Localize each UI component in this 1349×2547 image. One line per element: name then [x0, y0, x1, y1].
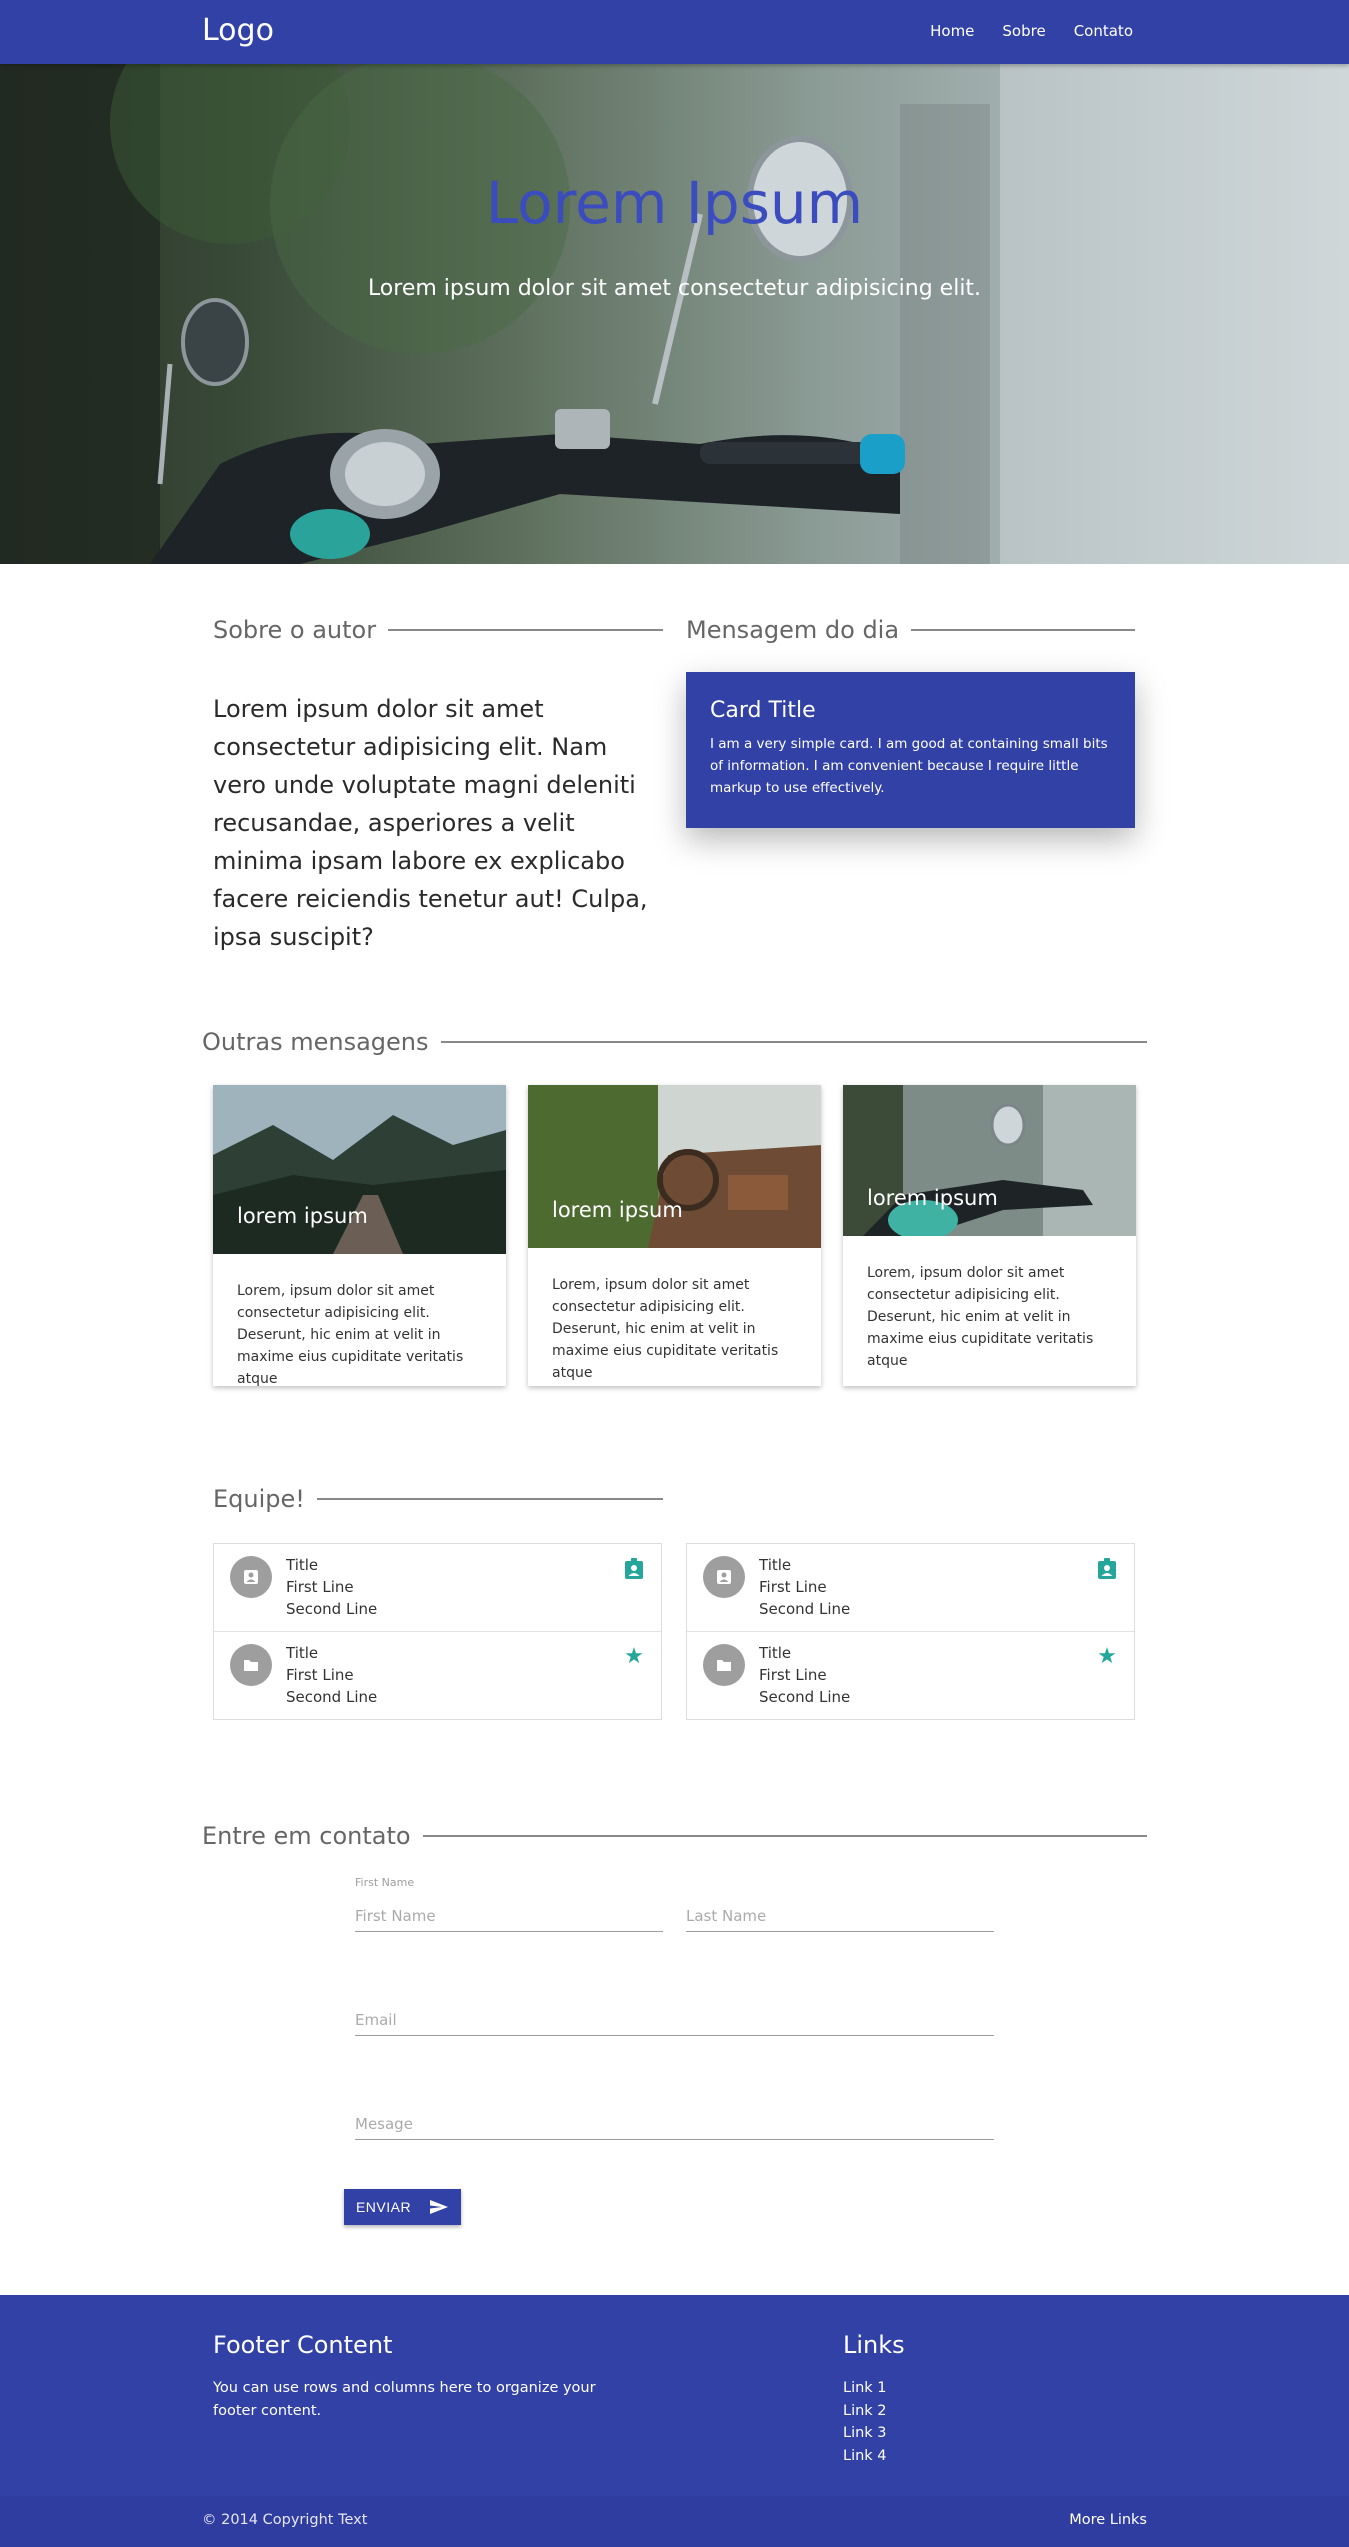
message-card[interactable]: lorem ipsum Lorem, ipsum dolor sit amet … [213, 1085, 506, 1387]
message-input[interactable] [355, 2102, 994, 2138]
contact-badge-icon[interactable] [1096, 1558, 1118, 1580]
footer-link-4[interactable]: Link 4 [843, 2445, 887, 2468]
hero-background-image [0, 64, 1349, 564]
section-heading-other-messages: Outras mensagens [202, 1028, 1147, 1056]
team-list: Title First Line Second Line Title First… [686, 1543, 1135, 1720]
team-item-first-line: First Line [759, 1666, 827, 1684]
send-button[interactable]: ENVIAR [344, 2189, 461, 2225]
card-caption: lorem ipsum [237, 1204, 368, 1228]
card-caption: lorem ipsum [867, 1186, 998, 1210]
team-heading: Equipe! [213, 1485, 305, 1513]
team-item-text: Title First Line Second Line [759, 1642, 850, 1708]
nav-link-contato[interactable]: Contato [1074, 22, 1133, 40]
heading-divider [911, 629, 1135, 631]
navbar: Logo Home Sobre Contato [0, 0, 1349, 64]
email-input[interactable] [355, 1998, 994, 2034]
logo[interactable]: Logo [202, 13, 274, 48]
email-field [355, 1998, 994, 2036]
team-list-item[interactable]: Title First Line Second Line [214, 1544, 661, 1632]
team-item-text: Title First Line Second Line [759, 1554, 850, 1620]
hero-subtitle: Lorem ipsum dolor sit amet consectetur a… [367, 276, 982, 301]
account-box-icon [230, 1556, 272, 1598]
mountain-image [213, 1085, 506, 1254]
folder-icon [230, 1644, 272, 1686]
send-icon [430, 2200, 449, 2214]
team-item-text: Title First Line Second Line [286, 1642, 377, 1708]
team-item-title: Title [759, 1556, 792, 1574]
team-list-item[interactable]: Title First Line Second Line ★ [687, 1632, 1134, 1720]
last-name-input[interactable] [686, 1894, 994, 1930]
nav-links: Home Sobre Contato [930, 22, 1133, 40]
message-card[interactable]: lorem ipsum Lorem, ipsum dolor sit amet … [843, 1085, 1136, 1386]
other-messages-heading: Outras mensagens [202, 1028, 429, 1056]
last-name-field [686, 1894, 994, 1932]
message-card[interactable]: lorem ipsum Lorem, ipsum dolor sit amet … [528, 1085, 821, 1386]
contact-heading: Entre em contato [202, 1822, 411, 1850]
message-day-heading: Mensagem do dia [686, 616, 900, 644]
team-item-title: Title [759, 1644, 792, 1662]
card-caption: lorem ipsum [552, 1198, 683, 1222]
car-interior-image [528, 1085, 821, 1248]
first-name-label: First Name [355, 1876, 415, 1889]
footer-links-title: Links [843, 2331, 905, 2359]
team-item-title: Title [286, 1556, 319, 1574]
first-name-input[interactable] [355, 1894, 663, 1930]
heading-divider [422, 1835, 1147, 1837]
team-item-first-line: First Line [759, 1578, 827, 1596]
footer-link-1[interactable]: Link 1 [843, 2377, 887, 2400]
footer-link-3[interactable]: Link 3 [843, 2422, 887, 2445]
card-text: Lorem, ipsum dolor sit amet consectetur … [552, 1277, 779, 1381]
card-image: lorem ipsum [528, 1085, 821, 1248]
copyright-text: © 2014 Copyright Text [202, 2512, 368, 2528]
message-day-card: Card Title I am a very simple card. I am… [686, 672, 1135, 828]
heading-divider [388, 629, 663, 631]
section-heading-message-day: Mensagem do dia [686, 616, 1135, 644]
hero-banner: Lorem Ipsum Lorem ipsum dolor sit amet c… [0, 64, 1349, 564]
team-item-first-line: First Line [286, 1666, 354, 1684]
card-text: Lorem, ipsum dolor sit amet consectetur … [237, 1283, 464, 1387]
about-text: Lorem ipsum dolor sit amet consectetur a… [213, 695, 648, 951]
card-title: Card Title [710, 698, 816, 723]
nav-link-home[interactable]: Home [930, 22, 974, 40]
hero-title: Lorem Ipsum [485, 169, 864, 237]
more-links[interactable]: More Links [1069, 2512, 1147, 2528]
send-button-label: ENVIAR [355, 2199, 412, 2215]
section-heading-team: Equipe! [213, 1485, 663, 1513]
folder-icon [703, 1644, 745, 1686]
team-item-title: Title [286, 1644, 319, 1662]
about-heading: Sobre o autor [213, 616, 377, 644]
footer-copyright-bar: © 2014 Copyright Text More Links [0, 2496, 1349, 2547]
star-icon[interactable]: ★ [1096, 1646, 1118, 1668]
card-body: I am a very simple card. I am good at co… [710, 736, 1108, 796]
nav-link-sobre[interactable]: Sobre [1002, 22, 1045, 40]
team-item-second-line: Second Line [286, 1600, 378, 1618]
team-list: Title First Line Second Line Title First… [213, 1543, 662, 1720]
team-list-item[interactable]: Title First Line Second Line ★ [214, 1632, 661, 1720]
message-field [355, 2102, 994, 2140]
section-heading-about: Sobre o autor [213, 616, 663, 644]
card-image: lorem ipsum [213, 1085, 506, 1254]
card-text: Lorem, ipsum dolor sit amet consectetur … [867, 1265, 1094, 1369]
team-list-item[interactable]: Title First Line Second Line [687, 1544, 1134, 1632]
team-item-text: Title First Line Second Line [286, 1554, 377, 1620]
star-icon[interactable]: ★ [623, 1646, 645, 1668]
footer-links: Link 1 Link 2 Link 3 Link 4 [843, 2377, 887, 2467]
footer-title: Footer Content [213, 2331, 393, 2359]
footer-link-2[interactable]: Link 2 [843, 2400, 887, 2423]
team-item-second-line: Second Line [286, 1688, 378, 1706]
heading-divider [316, 1498, 663, 1500]
footer-text: You can use rows and columns here to org… [213, 2380, 596, 2419]
team-item-first-line: First Line [286, 1578, 354, 1596]
heading-divider [440, 1041, 1147, 1043]
team-item-second-line: Second Line [759, 1600, 851, 1618]
card-image: lorem ipsum [843, 1085, 1136, 1236]
team-item-second-line: Second Line [759, 1688, 851, 1706]
contact-badge-icon[interactable] [623, 1558, 645, 1580]
section-heading-contact: Entre em contato [202, 1822, 1147, 1850]
first-name-field [355, 1894, 663, 1932]
account-box-icon [703, 1556, 745, 1598]
motorcycle-image [843, 1085, 1136, 1236]
